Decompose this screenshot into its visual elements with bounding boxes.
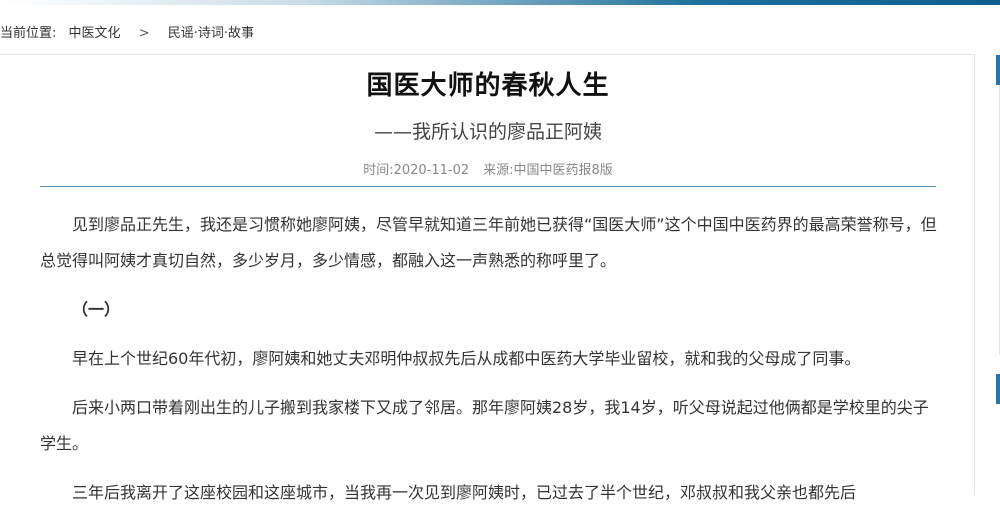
paragraph: 早在上个世纪60年代初，廖阿姨和她丈夫邓明仲叔叔先后从成都中医药大学毕业留校，就… <box>72 349 861 368</box>
breadcrumb-separator: > <box>138 26 150 41</box>
breadcrumb-prefix: 当前位置: <box>0 26 57 41</box>
article-meta: 时间:2020-11-02 来源:中国中医药报8版 <box>0 159 976 178</box>
breadcrumb-link-culture[interactable]: 中医文化 <box>69 22 121 41</box>
breadcrumb-link-stories[interactable]: 民谣·诗词·故事 <box>168 22 254 41</box>
publish-time: 2020-11-02 <box>393 163 470 178</box>
article-title: 国医大师的春秋人生 <box>366 71 610 101</box>
sidebar-accent-top <box>996 55 1000 85</box>
article-body: 见到廖品正先生，我还是习惯称她廖阿姨，尽管早就知道三年前她已获得“国医大师”这个… <box>40 207 940 524</box>
paragraph: 三年后我离开了这座校园和这座城市，当我再一次见到廖阿姨时，已过去了半个世纪，邓叔… <box>72 483 857 502</box>
time-label: 时间: <box>363 163 394 178</box>
section-heading: （一） <box>72 300 121 319</box>
source-label: 来源: <box>483 163 514 178</box>
article-subtitle: ——我所认识的廖品正阿姨 <box>373 121 602 143</box>
breadcrumb: 当前位置: 中医文化 > 民谣·诗词·故事 <box>0 22 254 41</box>
sidebar-accent-bottom <box>996 374 1000 404</box>
title-divider <box>40 186 936 187</box>
top-accent-bar <box>0 0 1000 5</box>
article-panel: 国医大师的春秋人生 ——我所认识的廖品正阿姨 时间:2020-11-02 来源:中… <box>0 54 976 502</box>
paragraph: 见到廖品正先生，我还是习惯称她廖阿姨，尽管早就知道三年前她已获得“国医大师”这个… <box>40 215 937 270</box>
paragraph: 后来小两口带着刚出生的儿子搬到我家楼下又成了邻居。那年廖阿姨28岁，我14岁，听… <box>40 398 929 453</box>
source-value: 中国中医药报8版 <box>513 163 613 178</box>
